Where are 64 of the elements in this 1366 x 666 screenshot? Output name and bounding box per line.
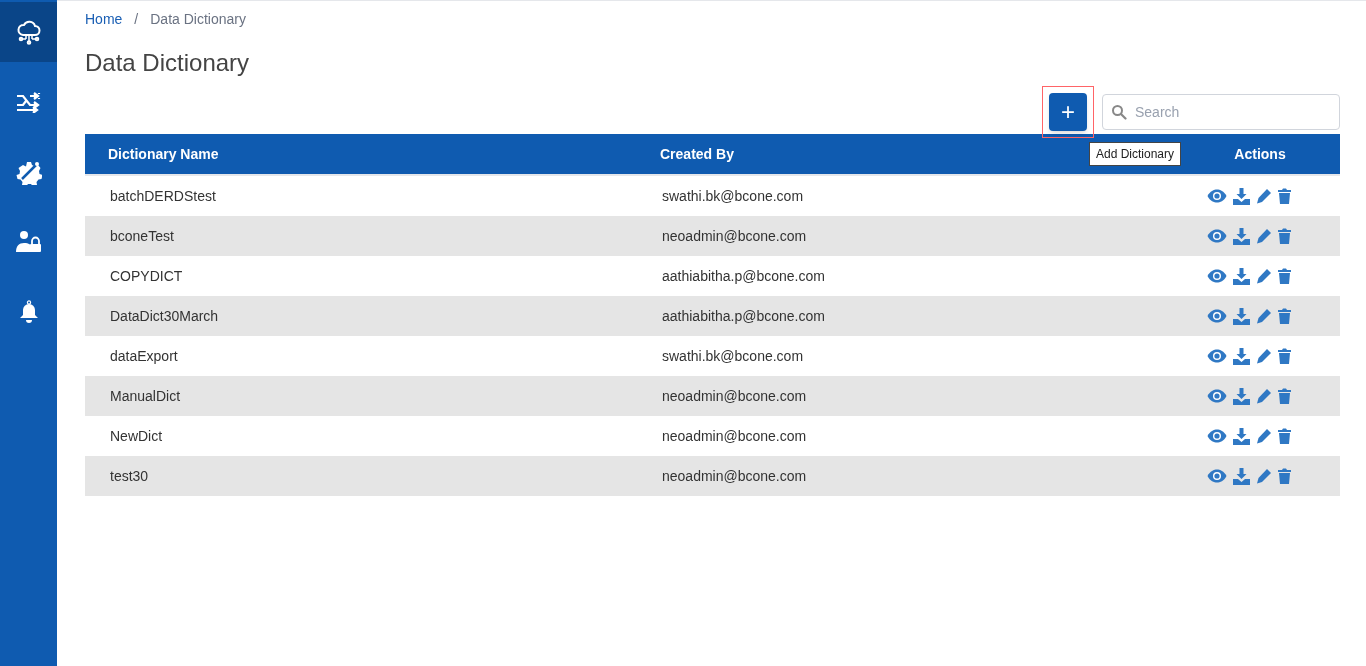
column-header: Dictionary Name bbox=[108, 145, 219, 162]
trash-icon[interactable] bbox=[1278, 388, 1291, 404]
download-icon[interactable] bbox=[1233, 267, 1250, 285]
table-cell: dataExport bbox=[110, 347, 178, 364]
table-cell: neoadmin@bcone.com bbox=[662, 427, 807, 444]
table-cell: swathi.bk@bcone.com bbox=[662, 187, 804, 204]
trash-icon[interactable] bbox=[1278, 228, 1291, 244]
eye-icon[interactable] bbox=[1207, 229, 1227, 243]
table-cell: batchDERDStest bbox=[110, 187, 216, 204]
sidebar-item[interactable] bbox=[0, 2, 57, 62]
trash-icon[interactable] bbox=[1278, 468, 1291, 484]
table-cell: test30 bbox=[110, 467, 149, 484]
download-icon[interactable] bbox=[1233, 307, 1250, 325]
table-cell: aathiabitha.p@bcone.com bbox=[662, 307, 825, 324]
download-icon[interactable] bbox=[1233, 227, 1250, 245]
table-cell: neoadmin@bcone.com bbox=[662, 227, 807, 244]
eye-icon[interactable] bbox=[1207, 269, 1227, 283]
download-icon[interactable] bbox=[1233, 347, 1250, 365]
tooltip: Add Dictionary bbox=[1089, 142, 1182, 166]
table-cell: COPYDICT bbox=[110, 267, 183, 284]
table-cell: ManualDict bbox=[110, 387, 181, 404]
trash-icon[interactable] bbox=[1278, 428, 1291, 444]
bell-icon bbox=[18, 300, 39, 324]
trash-icon[interactable] bbox=[1278, 188, 1291, 204]
trash-icon[interactable] bbox=[1278, 348, 1291, 364]
gear-icon bbox=[15, 159, 42, 185]
pencil-icon[interactable] bbox=[1256, 268, 1272, 284]
shuffle-icon bbox=[15, 91, 42, 113]
search-field[interactable]: Search bbox=[1102, 94, 1340, 130]
trash-icon[interactable] bbox=[1278, 268, 1291, 284]
table-cell: DataDict30March bbox=[110, 307, 219, 324]
breadcrumb-link[interactable]: Home bbox=[85, 8, 123, 30]
eye-icon[interactable] bbox=[1207, 429, 1227, 443]
trash-icon[interactable] bbox=[1278, 308, 1291, 324]
table-cell: neoadmin@bcone.com bbox=[662, 467, 807, 484]
download-icon[interactable] bbox=[1233, 427, 1250, 445]
table-cell: NewDict bbox=[110, 427, 163, 444]
table-cell: neoadmin@bcone.com bbox=[662, 387, 807, 404]
table-cell: bconeTest bbox=[110, 227, 174, 244]
user-lock-icon bbox=[14, 230, 43, 254]
column-header: Actions bbox=[1234, 145, 1286, 162]
eye-icon[interactable] bbox=[1207, 189, 1227, 203]
pencil-icon[interactable] bbox=[1256, 228, 1272, 244]
table-cell: aathiabitha.p@bcone.com bbox=[662, 267, 825, 284]
add-button[interactable]: + bbox=[1049, 93, 1087, 131]
download-icon[interactable] bbox=[1233, 187, 1250, 205]
eye-icon[interactable] bbox=[1207, 309, 1227, 323]
column-header: Created By bbox=[660, 145, 734, 162]
pencil-icon[interactable] bbox=[1256, 188, 1272, 204]
breadcrumb-current: Data Dictionary bbox=[150, 9, 246, 29]
eye-icon[interactable] bbox=[1207, 469, 1227, 483]
pencil-icon[interactable] bbox=[1256, 308, 1272, 324]
download-icon[interactable] bbox=[1233, 387, 1250, 405]
search-icon bbox=[1111, 104, 1127, 120]
table-cell: swathi.bk@bcone.com bbox=[662, 347, 804, 364]
page-title: Data Dictionary bbox=[85, 48, 251, 78]
breadcrumb-separator: / bbox=[134, 9, 139, 29]
download-icon[interactable] bbox=[1233, 467, 1250, 485]
eye-icon[interactable] bbox=[1207, 349, 1227, 363]
pencil-icon[interactable] bbox=[1256, 428, 1272, 444]
pencil-icon[interactable] bbox=[1256, 468, 1272, 484]
eye-icon[interactable] bbox=[1207, 389, 1227, 403]
pencil-icon[interactable] bbox=[1256, 348, 1272, 364]
pencil-icon[interactable] bbox=[1256, 388, 1272, 404]
